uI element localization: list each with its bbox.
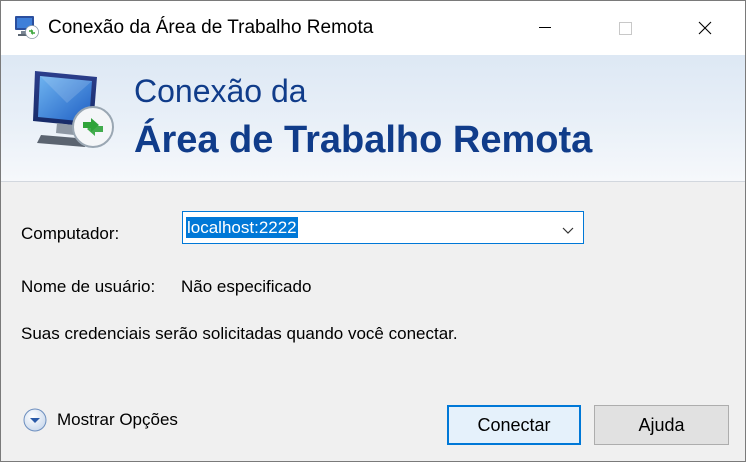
- close-icon: [698, 21, 712, 35]
- close-button[interactable]: [665, 1, 745, 55]
- header-banner: Conexão da Área de Trabalho Remota: [1, 55, 745, 182]
- maximize-icon: [618, 21, 632, 35]
- minimize-button[interactable]: [505, 1, 585, 55]
- credentials-note: Suas credenciais serão solicitadas quand…: [21, 324, 458, 343]
- username-value: Não especificado: [181, 277, 312, 296]
- remote-desktop-monitor-icon: [27, 63, 125, 161]
- connect-button[interactable]: Conectar: [447, 405, 581, 445]
- computer-combobox[interactable]: localhost:2222: [182, 211, 584, 244]
- username-label: Nome de usuário:: [21, 277, 156, 296]
- help-button[interactable]: Ajuda: [594, 405, 729, 445]
- show-options-label[interactable]: Mostrar Opções: [57, 410, 178, 430]
- rdp-window: Conexão da Área de Trabalho Remota Conex…: [0, 0, 746, 462]
- title-bar[interactable]: Conexão da Área de Trabalho Remota: [1, 1, 745, 55]
- expand-options-icon[interactable]: [23, 408, 47, 432]
- chevron-down-icon[interactable]: [562, 223, 574, 234]
- minimize-icon: [539, 27, 551, 29]
- remote-desktop-icon: [14, 14, 40, 40]
- maximize-button[interactable]: [585, 1, 665, 55]
- computer-label: Computador:: [21, 224, 120, 243]
- computer-input[interactable]: localhost:2222: [186, 217, 298, 238]
- window-title: Conexão da Área de Trabalho Remota: [48, 17, 374, 38]
- show-options-toggle[interactable]: Mostrar Opções: [23, 408, 178, 432]
- banner-title-line1: Conexão da: [134, 73, 307, 109]
- banner-title-line2: Área de Trabalho Remota: [134, 119, 593, 161]
